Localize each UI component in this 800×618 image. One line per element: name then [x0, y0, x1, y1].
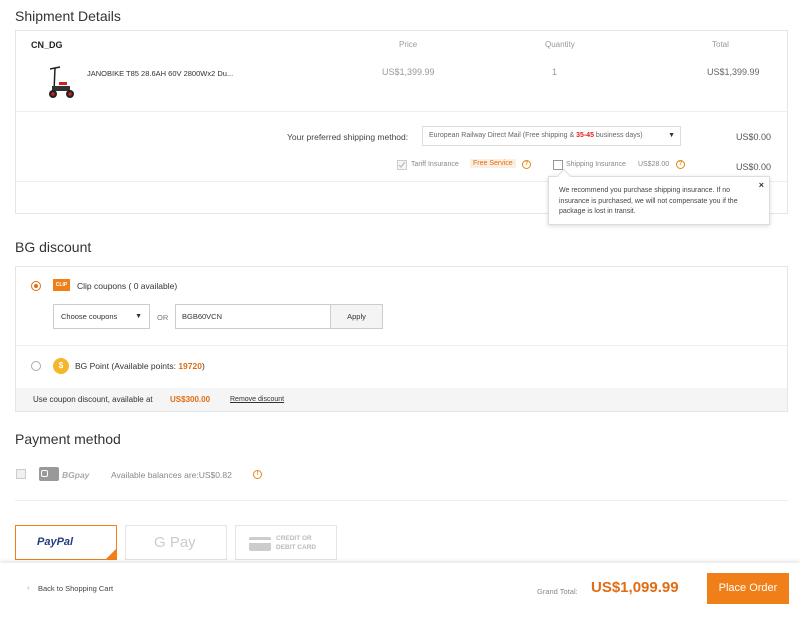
insurance-tooltip: We recommend you purchase shipping insur… — [548, 168, 770, 225]
coin-icon: $ — [53, 358, 69, 374]
coupon-code-value: BGB60VCN — [182, 312, 223, 321]
caret-down-icon: ▼ — [135, 313, 142, 320]
product-quantity: 1 — [552, 67, 558, 77]
gpay-option[interactable]: G Pay — [125, 525, 227, 560]
close-icon[interactable]: × — [759, 180, 764, 190]
apply-button[interactable]: Apply — [330, 304, 383, 329]
check-icon — [398, 161, 406, 168]
or-label: OR — [157, 313, 169, 322]
shipping-method-select[interactable]: European Railway Direct Mail (Free shipp… — [422, 126, 681, 146]
clip-coupons-radio[interactable] — [31, 281, 41, 291]
discount-footer: Use coupon discount, available at US$300… — [16, 388, 787, 411]
shipping-method-suffix: business days) — [593, 132, 643, 139]
remove-discount-link[interactable]: Remove discount — [230, 396, 284, 403]
shipping-method-label: Your preferred shipping method: — [287, 132, 409, 142]
choose-coupons-text: Choose coupons — [61, 312, 118, 321]
price-header: Price — [399, 40, 418, 49]
card-option[interactable]: CREDIT OR DEBIT CARD — [235, 525, 337, 560]
coupon-code-input[interactable]: BGB60VCN — [175, 304, 331, 329]
quantity-header: Quantity — [545, 40, 575, 49]
grand-total-label: Grand Total: — [537, 587, 578, 596]
selected-corner-icon — [106, 549, 116, 559]
free-service-badge: Free Service — [470, 159, 516, 168]
back-to-cart-link[interactable]: Back to Shopping Cart — [38, 584, 113, 593]
shipping-insurance-checkbox[interactable] — [553, 160, 563, 170]
discount-footer-amount: US$300.00 — [170, 395, 211, 404]
credit-card-icon — [249, 537, 271, 551]
bgpay-balance: Available balances are:US$0.82 — [111, 470, 232, 480]
paypal-logo: PayPal — [37, 536, 74, 548]
bgpay-checkbox[interactable] — [16, 469, 26, 479]
chevron-left-icon[interactable]: ‹ — [27, 583, 30, 592]
divider — [16, 345, 787, 346]
bg-point-suffix: ) — [201, 361, 205, 371]
tariff-insurance-checkbox — [397, 160, 407, 170]
payment-title: Payment method — [15, 431, 121, 447]
wallet-icon — [39, 467, 59, 481]
shipping-insurance-price: US$28.00 — [638, 161, 670, 168]
card-label-line2: DEBIT CARD — [276, 544, 317, 551]
tooltip-text: We recommend you purchase shipping insur… — [559, 187, 738, 215]
bg-point-radio[interactable] — [31, 361, 41, 371]
shipping-days: 35-45 — [576, 132, 594, 139]
shipment-title: Shipment Details — [15, 8, 121, 24]
bgpay-help-icon[interactable]: ! — [253, 470, 262, 479]
insurance-cost: US$0.00 — [736, 162, 772, 172]
gpay-logo: G Pay — [154, 534, 196, 551]
bg-point-label: BG Point (Available points: 19720) — [75, 361, 205, 371]
clip-coupons-label: Clip coupons ( 0 available) — [77, 281, 178, 291]
total-header: Total — [712, 40, 729, 49]
footer-bar: ‹ Back to Shopping Cart Grand Total: US$… — [0, 563, 800, 618]
divider — [15, 500, 788, 501]
place-order-button[interactable]: Place Order — [707, 573, 789, 604]
scooter-icon — [49, 66, 74, 98]
paypal-option[interactable]: PayPal — [15, 525, 117, 560]
clip-coupon-icon: CLIP — [53, 279, 70, 291]
product-thumbnail[interactable] — [43, 64, 77, 102]
grand-total-value: US$1,099.99 — [591, 579, 679, 596]
discount-panel: CLIP Clip coupons ( 0 available) Choose … — [15, 266, 788, 412]
discount-footer-text: Use coupon discount, available at — [33, 395, 153, 404]
product-name[interactable]: JANOBIKE T85 28.6AH 60V 2800Wx2 Du... — [87, 69, 233, 78]
insurance-help-icon[interactable]: ? — [676, 160, 685, 169]
caret-down-icon: ▼ — [668, 132, 675, 139]
tariff-help-icon[interactable]: ? — [522, 160, 531, 169]
discount-title: BG discount — [15, 239, 92, 255]
tariff-insurance-label: Tariff Insurance — [411, 161, 459, 168]
card-label-line1: CREDIT OR — [276, 535, 312, 542]
warehouse-label: CN_DG — [31, 40, 63, 50]
shipping-method-prefix: European Railway Direct Mail (Free shipp… — [429, 132, 577, 139]
choose-coupons-select[interactable]: Choose coupons ▼ — [53, 304, 150, 329]
shipping-insurance-label[interactable]: Shipping Insurance — [566, 161, 626, 168]
shipping-cost: US$0.00 — [736, 132, 772, 142]
product-price: US$1,399.99 — [382, 67, 435, 77]
divider — [16, 111, 787, 112]
bg-point-prefix: BG Point (Available points: — [75, 361, 179, 371]
bg-points-value: 19720 — [178, 361, 202, 371]
product-total: US$1,399.99 — [707, 67, 760, 77]
bgpay-label: BGpay — [62, 470, 90, 480]
